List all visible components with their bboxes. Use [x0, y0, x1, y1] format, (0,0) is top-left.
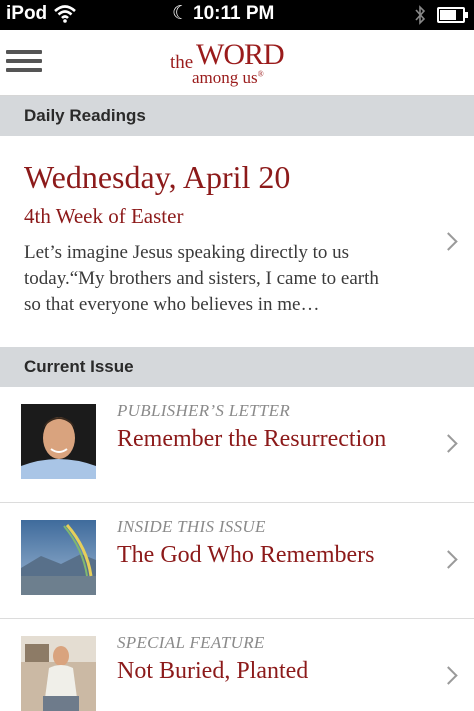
- reading-excerpt: Let’s imagine Jesus speaking directly to…: [24, 242, 379, 315]
- article-thumbnail: [21, 520, 96, 595]
- logo-word: WORD: [196, 38, 285, 71]
- article-thumbnail: [21, 636, 96, 711]
- section-header-daily-readings: Daily Readings: [0, 96, 474, 136]
- article-thumbnail: [21, 404, 96, 479]
- status-time: 10:11 PM: [193, 3, 275, 24]
- article-item[interactable]: SPECIAL FEATURE Not Buried, Planted: [0, 619, 474, 711]
- hamburger-menu-icon[interactable]: [6, 50, 42, 76]
- article-item[interactable]: INSIDE THIS ISSUE The God Who Remembers: [0, 503, 474, 619]
- article-item[interactable]: PUBLISHER’S LETTER Remember the Resurrec…: [0, 387, 474, 503]
- logo-the: the: [170, 52, 194, 73]
- article-title: Not Buried, Planted: [117, 658, 309, 684]
- chevron-right-icon: [439, 232, 458, 251]
- article-kicker: PUBLISHER’S LETTER: [117, 401, 291, 420]
- chevron-right-icon: [439, 434, 458, 453]
- logo-among: among us®: [192, 68, 264, 87]
- moon-icon: ☾: [172, 3, 190, 24]
- bluetooth-icon: [415, 5, 426, 25]
- article-kicker: SPECIAL FEATURE: [117, 633, 265, 652]
- chevron-right-icon: [439, 550, 458, 569]
- section-header-current-issue: Current Issue: [0, 347, 474, 387]
- article-kicker: INSIDE THIS ISSUE: [117, 517, 266, 536]
- app-logo: the WORD among us®: [168, 36, 308, 90]
- carrier-label: iPod: [6, 3, 48, 24]
- article-title: The God Who Remembers: [117, 542, 375, 568]
- battery-icon: [437, 7, 468, 23]
- reading-week: 4th Week of Easter: [24, 204, 184, 228]
- chevron-right-icon: [439, 666, 458, 685]
- reading-date: Wednesday, April 20: [24, 159, 291, 195]
- daily-reading-card[interactable]: Wednesday, April 20 4th Week of Easter L…: [0, 137, 474, 347]
- article-title: Remember the Resurrection: [117, 426, 387, 452]
- navigation-bar: the WORD among us®: [0, 30, 474, 96]
- status-bar: iPod ☾ 10:11 PM: [0, 0, 474, 30]
- wifi-icon: [54, 5, 76, 23]
